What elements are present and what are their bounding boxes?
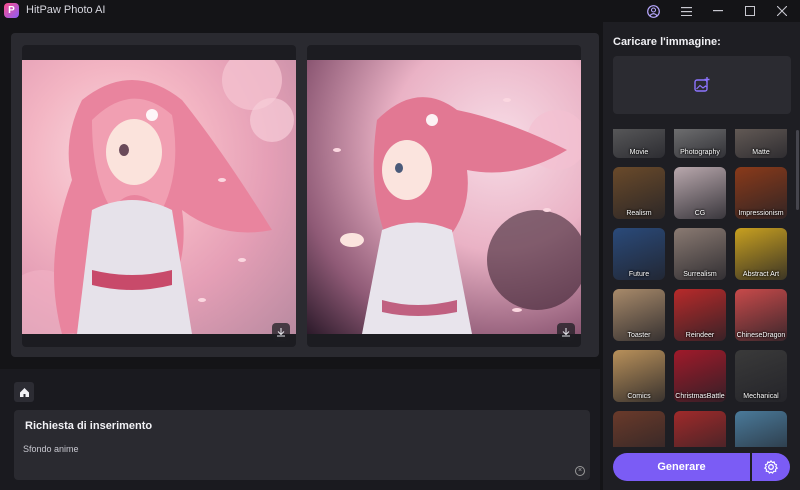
style-tile[interactable]: Matte [735,129,787,158]
maximize-icon[interactable] [734,0,766,22]
style-tile-label: Realism [626,210,652,217]
style-tile[interactable]: Comics [613,350,665,402]
style-tile[interactable] [613,411,665,447]
style-scrollbar[interactable] [796,130,799,210]
style-tile[interactable]: Surrealism [674,228,726,280]
style-tile-label: Mechanical [743,393,779,400]
result-panel [11,33,599,357]
menu-icon[interactable] [670,0,702,22]
style-tile[interactable]: Abstract Art [735,228,787,280]
style-tile[interactable]: Future [613,228,665,280]
style-tile-label: Impressionism [738,210,784,217]
prompt-box[interactable]: Richiesta di inserimento Sfondo anime × [14,410,590,480]
title-bar: P HitPaw Photo AI [0,0,800,22]
style-tile-label: ChristmasBattle [675,393,725,400]
style-tile-label: Comics [627,393,651,400]
image-add-icon [694,77,710,92]
style-tile[interactable]: Toaster [613,289,665,341]
style-tile-label: Future [628,271,650,278]
style-grid: Movie Photography Matte Realism CG Impression… [613,129,795,447]
style-tile-label: Reindeer [685,332,715,339]
style-tile[interactable] [735,411,787,447]
style-tile-label: Photography [680,149,720,156]
style-panel: Caricare l'immagine: Movie Photography Mat… [603,22,800,490]
upload-label: Caricare l'immagine: [613,36,721,48]
style-tile[interactable] [674,411,726,447]
style-tile-label: CG [694,210,706,217]
gear-icon[interactable] [752,453,790,481]
style-tile[interactable]: ChineseDragon [735,289,787,341]
prompt-input[interactable]: Sfondo anime [23,444,79,454]
app-title: HitPaw Photo AI [26,4,106,16]
style-tile-label: Matte [752,149,770,156]
prompt-title: Richiesta di inserimento [25,420,153,432]
minimize-icon[interactable] [702,0,734,22]
style-tile[interactable]: Photography [674,129,726,158]
style-tile-label: Toaster [627,332,651,339]
app-logo: P [4,3,19,18]
style-tile-label: ChineseDragon [736,332,786,339]
style-tile[interactable]: Movie [613,129,665,158]
generate-button[interactable]: Generare [613,453,750,481]
style-tile[interactable]: ChristmasBattle [674,350,726,402]
style-tile[interactable]: Impressionism [735,167,787,219]
close-icon[interactable] [766,0,798,22]
download-icon[interactable] [272,323,290,341]
style-tile[interactable]: Realism [613,167,665,219]
upload-image-button[interactable] [613,56,791,114]
style-tile-label: Movie [629,149,649,156]
download-icon[interactable] [557,323,575,341]
generated-image-1[interactable] [22,60,296,334]
user-icon[interactable] [637,0,669,22]
style-tile[interactable]: CG [674,167,726,219]
style-tile[interactable]: Mechanical [735,350,787,402]
style-tile-label: Abstract Art [742,271,780,278]
style-tile[interactable]: Reindeer [674,289,726,341]
result-card-1[interactable] [22,45,296,347]
result-card-2[interactable] [307,45,581,347]
home-icon[interactable] [14,382,34,402]
clear-icon[interactable]: × [575,466,585,476]
generated-image-2[interactable] [307,60,581,334]
style-tile-label: Surrealism [683,271,717,278]
